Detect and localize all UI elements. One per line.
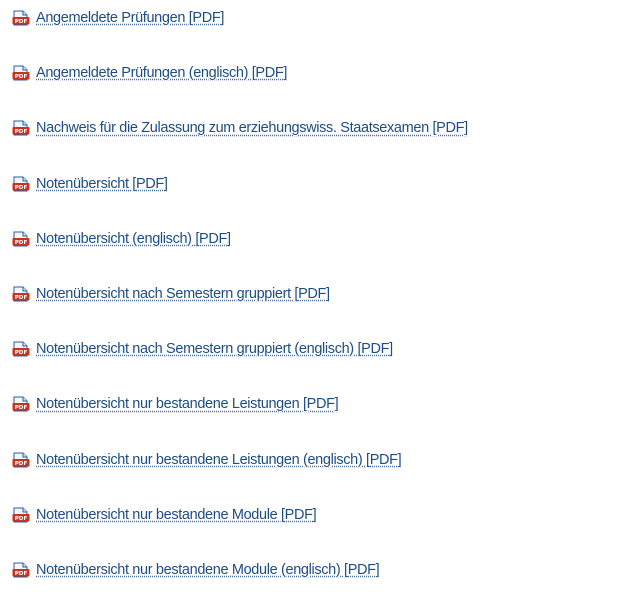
list-item: PDF Notenübersicht nur bestandene Leistu… (12, 442, 630, 497)
pdf-file-icon: PDF (12, 452, 30, 468)
pdf-file-icon: PDF (12, 120, 30, 136)
pdf-link-notenuebersicht-bestandene-module-englisch[interactable]: PDF Notenübersicht nur bestandene Module… (12, 561, 380, 579)
pdf-document-list: PDF Angemeldete Prüfungen [PDF] PDF Ange… (12, 0, 630, 607)
link-label: Notenübersicht (englisch) [PDF] (36, 230, 231, 247)
pdf-file-icon: PDF (12, 507, 30, 523)
pdf-link-notenuebersicht-englisch[interactable]: PDF Notenübersicht (englisch) [PDF] (12, 230, 231, 248)
list-item: PDF Notenübersicht (englisch) [PDF] (12, 221, 630, 276)
link-label: Notenübersicht nur bestandene Leistungen… (36, 451, 402, 468)
link-label: Notenübersicht nur bestandene Module (en… (36, 561, 380, 578)
link-label: Notenübersicht nach Semestern gruppiert … (36, 285, 330, 302)
svg-text:PDF: PDF (15, 350, 28, 356)
pdf-file-icon: PDF (12, 562, 30, 578)
svg-text:PDF: PDF (15, 74, 28, 80)
svg-text:PDF: PDF (15, 185, 28, 191)
pdf-file-icon: PDF (12, 286, 30, 302)
pdf-file-icon: PDF (12, 65, 30, 81)
list-item: PDF Nachweis für die Zulassung zum erzie… (12, 110, 630, 165)
list-item: PDF Angemeldete Prüfungen (englisch) [PD… (12, 55, 630, 110)
pdf-link-notenuebersicht-semester-englisch[interactable]: PDF Notenübersicht nach Semestern gruppi… (12, 340, 393, 358)
svg-text:PDF: PDF (15, 19, 28, 25)
link-label: Notenübersicht nur bestandene Module [PD… (36, 506, 317, 523)
pdf-link-nachweis-zulassung-staatsexamen[interactable]: PDF Nachweis für die Zulassung zum erzie… (12, 119, 468, 137)
svg-text:PDF: PDF (15, 405, 28, 411)
list-item: PDF Notenübersicht nach Semestern gruppi… (12, 331, 630, 386)
list-item: PDF Angemeldete Prüfungen [PDF] (12, 0, 630, 55)
link-label: Notenübersicht [PDF] (36, 175, 168, 192)
pdf-link-notenuebersicht-bestandene-leistungen-englisch[interactable]: PDF Notenübersicht nur bestandene Leistu… (12, 451, 402, 469)
svg-text:PDF: PDF (15, 295, 28, 301)
list-item: PDF Notenübersicht [PDF] (12, 166, 630, 221)
list-item: PDF Notenübersicht nur bestandene Module… (12, 552, 630, 607)
svg-text:PDF: PDF (15, 571, 28, 577)
pdf-link-angemeldete-pruefungen-englisch[interactable]: PDF Angemeldete Prüfungen (englisch) [PD… (12, 64, 287, 82)
svg-text:PDF: PDF (15, 461, 28, 467)
link-label: Angemeldete Prüfungen (englisch) [PDF] (36, 65, 288, 82)
link-label: Notenübersicht nur bestandene Leistungen… (36, 396, 339, 413)
svg-text:PDF: PDF (15, 129, 28, 135)
list-item: PDF Notenübersicht nur bestandene Leistu… (12, 386, 630, 441)
link-label: Angemeldete Prüfungen [PDF] (36, 10, 225, 26)
svg-text:PDF: PDF (15, 516, 28, 522)
list-item: PDF Notenübersicht nach Semestern gruppi… (12, 276, 630, 331)
list-item: PDF Notenübersicht nur bestandene Module… (12, 497, 630, 552)
link-label: Notenübersicht nach Semestern gruppiert … (36, 341, 393, 358)
pdf-link-notenuebersicht[interactable]: PDF Notenübersicht [PDF] (12, 175, 168, 193)
pdf-link-notenuebersicht-semester[interactable]: PDF Notenübersicht nach Semestern gruppi… (12, 285, 330, 303)
pdf-file-icon: PDF (12, 176, 30, 192)
pdf-link-notenuebersicht-bestandene-module[interactable]: PDF Notenübersicht nur bestandene Module… (12, 506, 317, 524)
link-label: Nachweis für die Zulassung zum erziehung… (36, 120, 468, 137)
pdf-file-icon: PDF (12, 341, 30, 357)
pdf-file-icon: PDF (12, 231, 30, 247)
svg-text:PDF: PDF (15, 240, 28, 246)
pdf-link-notenuebersicht-bestandene-leistungen[interactable]: PDF Notenübersicht nur bestandene Leistu… (12, 395, 339, 413)
pdf-file-icon: PDF (12, 10, 30, 26)
pdf-link-angemeldete-pruefungen[interactable]: PDF Angemeldete Prüfungen [PDF] (12, 9, 224, 27)
pdf-file-icon: PDF (12, 396, 30, 412)
